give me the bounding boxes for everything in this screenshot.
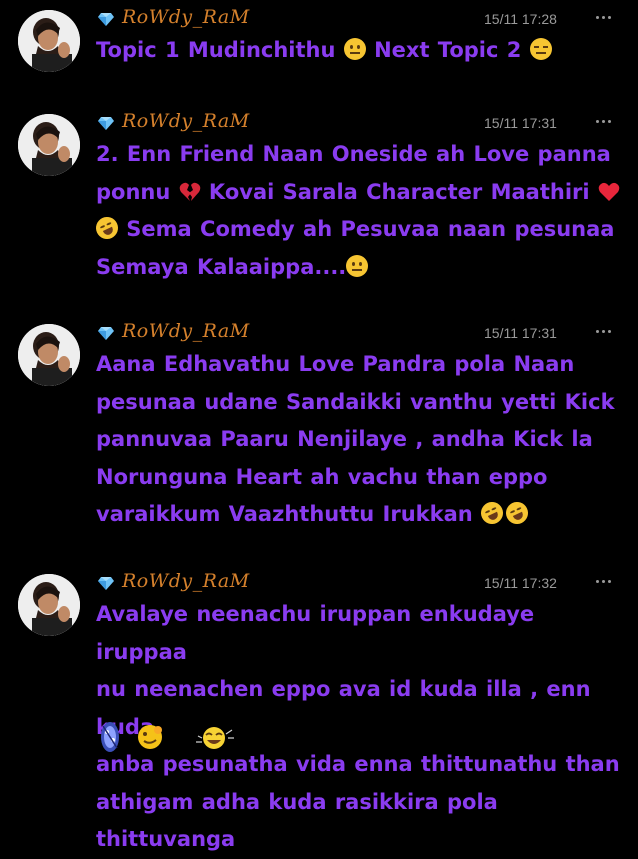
message-item[interactable]: RoWdy_RaM 15/11 17:32 Avalaye neenachu i… bbox=[0, 564, 638, 851]
timestamp: 15/11 17:31 bbox=[484, 325, 557, 341]
avatar[interactable] bbox=[18, 324, 80, 386]
rofl-icon bbox=[477, 498, 507, 528]
message-text-segment: Next Topic 2 bbox=[365, 38, 530, 62]
message-text-segment: pannuvaa Paaru Nenjilaye , andha Kick la bbox=[96, 427, 593, 451]
message-line: Aana Edhavathu Love Pandra pola Naan bbox=[96, 346, 628, 384]
message-line: Sema Comedy ah Pesuvaa naan pesunaa bbox=[92, 211, 628, 249]
gem-icon bbox=[98, 117, 114, 130]
message-item[interactable]: RoWdy_RaM 15/11 17:28 Topic 1 Mudinchith… bbox=[0, 0, 638, 100]
avatar-image bbox=[18, 114, 80, 176]
message-item[interactable]: RoWdy_RaM 15/11 17:31 2. Enn Friend Naan… bbox=[0, 104, 638, 304]
message-header: RoWdy_RaM 15/11 17:28 bbox=[98, 6, 638, 32]
more-options-icon[interactable] bbox=[594, 574, 614, 588]
stickers-group bbox=[101, 722, 234, 752]
message-text: Topic 1 Mudinchithu Next Topic 2 bbox=[96, 32, 628, 70]
neutral-face-icon bbox=[346, 254, 369, 277]
broken-heart-icon bbox=[179, 182, 200, 201]
username[interactable]: RoWdy_RaM bbox=[122, 110, 250, 132]
red-heart-icon bbox=[598, 182, 620, 201]
message-line: pesunaa udane Sandaikki vanthu yetti Kic… bbox=[96, 384, 628, 422]
avatar-image bbox=[18, 574, 80, 636]
avatar[interactable] bbox=[18, 574, 80, 636]
message-text-segment: Topic 1 Mudinchithu bbox=[96, 38, 344, 62]
laughing-face-sticker-icon bbox=[196, 727, 234, 749]
message-line: 2. Enn Friend Naan Oneside ah Love panna bbox=[96, 136, 628, 174]
username[interactable]: RoWdy_RaM bbox=[122, 6, 250, 28]
more-options-icon[interactable] bbox=[594, 114, 614, 128]
expressionless-face-icon bbox=[529, 38, 552, 60]
message-line: Norunguna Heart ah vachu than eppo bbox=[96, 459, 628, 497]
message-header: RoWdy_RaM 15/11 17:32 bbox=[98, 570, 638, 596]
yellow-face-sticker-icon bbox=[138, 725, 162, 749]
message-line: Avalaye neenachu iruppan enkudaye iruppa… bbox=[96, 596, 628, 671]
message-text-segment: Aana Edhavathu Love Pandra pola Naan bbox=[96, 352, 575, 376]
message-header: RoWdy_RaM 15/11 17:31 bbox=[98, 110, 638, 136]
message-line: athigam adha kuda rasikkira pola thittuv… bbox=[96, 784, 628, 859]
more-options-icon[interactable] bbox=[594, 10, 614, 24]
message-text-segment: 2. Enn Friend Naan Oneside ah Love panna bbox=[96, 142, 611, 166]
message-text-segment: varaikkum Vaazhthuttu Irukkan bbox=[96, 502, 482, 526]
rofl-icon bbox=[502, 498, 532, 528]
message-text-segment: athigam adha kuda rasikkira pola thittuv… bbox=[96, 789, 498, 852]
username[interactable]: RoWdy_RaM bbox=[122, 570, 250, 592]
message-text-segment: pesunaa udane Sandaikki vanthu yetti Kic… bbox=[96, 389, 615, 414]
avatar[interactable] bbox=[18, 10, 80, 72]
message-text-segment: ponnu bbox=[96, 179, 179, 204]
blue-figure-sticker-icon bbox=[101, 722, 119, 752]
message-header: RoWdy_RaM 15/11 17:31 bbox=[98, 320, 638, 346]
avatar-image bbox=[18, 10, 80, 72]
message-text-segment: Semaya Kalaaippa.... bbox=[96, 254, 347, 279]
message-item[interactable]: RoWdy_RaM 15/11 17:31 Aana Edhavathu Lov… bbox=[0, 314, 638, 554]
message-text: 2. Enn Friend Naan Oneside ah Love panna… bbox=[92, 136, 628, 287]
message-text-segment: Norunguna Heart ah vachu than eppo bbox=[96, 464, 548, 489]
gem-icon bbox=[98, 327, 114, 340]
message-text-segment: Sema Comedy ah Pesuvaa naan pesunaa bbox=[118, 217, 615, 241]
message-line: ponnu Kovai Sarala Character Maathiri bbox=[96, 174, 628, 212]
avatar[interactable] bbox=[18, 114, 80, 176]
username[interactable]: RoWdy_RaM bbox=[122, 320, 250, 342]
message-text: Aana Edhavathu Love Pandra pola Naan pes… bbox=[96, 346, 628, 534]
timestamp: 15/11 17:28 bbox=[484, 11, 557, 27]
neutral-face-icon bbox=[343, 38, 366, 60]
more-options-icon[interactable] bbox=[594, 324, 614, 338]
message-text-segment: Avalaye neenachu iruppan enkudaye iruppa… bbox=[96, 602, 535, 664]
timestamp: 15/11 17:32 bbox=[484, 575, 557, 591]
message-text-segment: Kovai Sarala Character Maathiri bbox=[200, 179, 598, 204]
message-line: varaikkum Vaazhthuttu Irukkan bbox=[96, 496, 628, 534]
message-line: Semaya Kalaaippa.... bbox=[96, 249, 628, 287]
gem-icon bbox=[98, 577, 114, 590]
timestamp: 15/11 17:31 bbox=[484, 115, 557, 131]
gem-icon bbox=[98, 13, 114, 26]
sticker-row bbox=[98, 716, 248, 756]
message-line: pannuvaa Paaru Nenjilaye , andha Kick la bbox=[96, 421, 628, 459]
avatar-image bbox=[18, 324, 80, 386]
